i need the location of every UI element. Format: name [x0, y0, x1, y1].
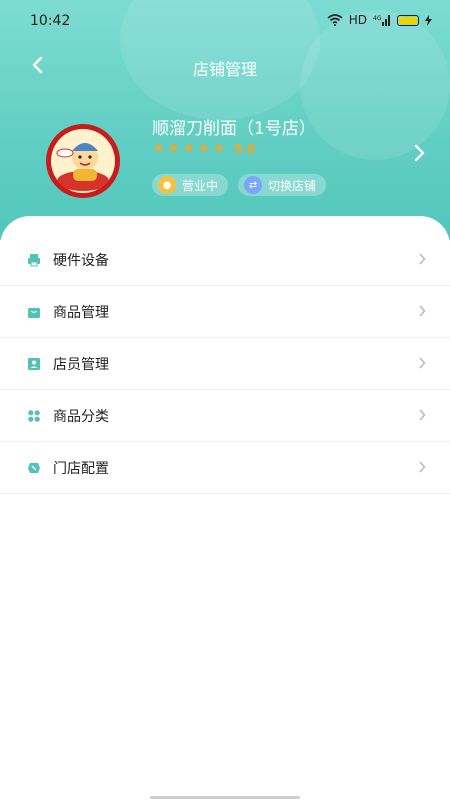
chevron-right-icon [418, 302, 426, 321]
cellular-signal-icon: 4G [373, 15, 390, 26]
menu-item-store-config[interactable]: 门店配置 [0, 442, 450, 494]
store-settings-icon [27, 461, 41, 475]
nav-bar: 店铺管理 [0, 48, 450, 84]
charging-icon [425, 14, 432, 26]
status-bar: 10:42 HD 4G [0, 0, 450, 44]
switch-store-button[interactable]: ⇄ 切换店铺 [238, 174, 327, 196]
staff-badge-icon [27, 357, 41, 371]
switch-store-label: 切换店铺 [268, 178, 317, 193]
business-status-badge: ● 营业中 [152, 174, 229, 196]
store-logo [46, 124, 120, 198]
menu-item-label: 商品管理 [53, 304, 109, 321]
menu-item-product-category[interactable]: 商品分类 [0, 390, 450, 442]
menu-item-label: 店员管理 [53, 356, 109, 373]
menu-panel: 硬件设备 商品管理 店员管理 商品分类 门店配置 [0, 216, 450, 800]
chevron-right-icon [418, 354, 426, 373]
store-chips: ● 营业中 ⇄ 切换店铺 [152, 174, 327, 196]
store-card[interactable]: 顺溜刀削面（1号店） ★ ★ ★ ★ ★ 5.0 ● 营业中 ⇄ 切换店铺 [0, 110, 450, 210]
battery-icon [397, 14, 419, 26]
chevron-right-icon [418, 250, 426, 269]
star-icon: ★ [213, 141, 225, 156]
star-icon: ★ [183, 141, 195, 156]
network-type: HD [348, 13, 367, 27]
category-grid-icon [27, 409, 41, 423]
star-icon: ★ [153, 141, 165, 156]
chevron-right-icon [418, 406, 426, 425]
chevron-right-icon [418, 458, 426, 477]
home-indicator[interactable] [150, 796, 300, 799]
open-status-icon: ● [158, 176, 176, 194]
rating-value: 5.0 [234, 142, 256, 156]
menu-item-staff-management[interactable]: 店员管理 [0, 338, 450, 390]
store-name: 顺溜刀削面（1号店） [152, 119, 316, 139]
store-detail-chevron-icon[interactable] [414, 144, 426, 166]
store-rating: ★ ★ ★ ★ ★ 5.0 [153, 142, 255, 156]
wifi-icon [327, 14, 343, 26]
chef-mascot-icon [56, 143, 109, 191]
switch-arrows-icon: ⇄ [244, 176, 263, 194]
status-icons: HD 4G [327, 13, 432, 27]
menu-item-hardware[interactable]: 硬件设备 [0, 234, 450, 286]
menu-item-label: 商品分类 [53, 408, 109, 425]
star-icon: ★ [198, 141, 210, 156]
menu-item-label: 门店配置 [53, 460, 109, 477]
shopping-bag-icon [27, 305, 41, 319]
page-title: 店铺管理 [192, 60, 257, 79]
menu-item-product-management[interactable]: 商品管理 [0, 286, 450, 338]
settings-list: 硬件设备 商品管理 店员管理 商品分类 门店配置 [0, 234, 450, 494]
menu-item-label: 硬件设备 [53, 252, 109, 269]
printer-icon [27, 253, 41, 267]
svg-text:4G: 4G [373, 15, 382, 22]
star-icon: ★ [168, 141, 180, 156]
header-banner: 10:42 HD 4G 店铺管理 顺溜刀削面（1号店） ★ ★ ★ ★ ★ 5.… [0, 0, 450, 240]
business-status-label: 营业中 [182, 178, 219, 193]
status-time: 10:42 [30, 13, 71, 29]
